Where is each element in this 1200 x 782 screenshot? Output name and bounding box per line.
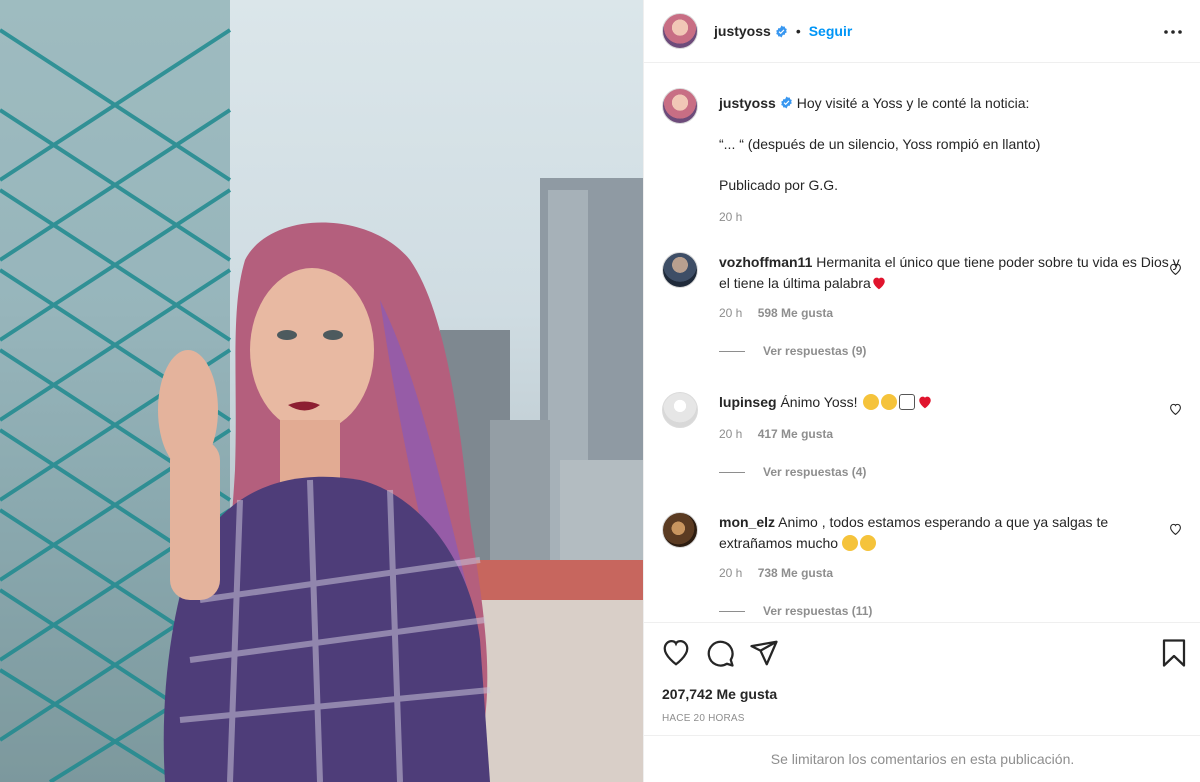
commenter-username[interactable]: mon_elz [719,514,775,530]
comment-text: Ánimo Yoss! [780,394,858,410]
comment-time[interactable]: 20 h [719,566,742,580]
view-replies-label: Ver respuestas (9) [763,344,867,358]
comment-likes[interactable]: 417 Me gusta [758,427,833,441]
view-replies-button[interactable]: Ver respuestas (9) [719,344,1182,358]
more-options-icon[interactable] [1161,20,1185,44]
view-replies-button[interactable]: Ver respuestas (4) [719,465,1182,479]
like-comment-icon[interactable] [1169,263,1182,276]
caption-author-username[interactable]: justyoss [719,95,776,111]
view-replies-label: Ver respuestas (4) [763,465,867,479]
red-heart-emoji-icon [919,396,932,409]
comment-item: lupinseg Ánimo Yoss! 20 h 417 Me gusta V… [662,392,1182,479]
follow-button[interactable]: Seguir [809,23,853,39]
comment-text: Animo , todos estamos esperando a que ya… [719,514,1109,551]
comments-list[interactable]: justyoss Hoy visité a Yoss y le conté la… [644,64,1200,620]
replies-divider [719,610,745,612]
view-replies-label: Ver respuestas (11) [763,604,873,618]
commenter-username[interactable]: vozhoffman11 [719,254,812,270]
caption-line-2: “... “ (después de un silencio, Yoss rom… [719,136,1041,152]
caption-line-3: Publicado por G.G. [719,177,839,193]
caption-author-avatar[interactable] [662,88,698,124]
likes-count[interactable]: 207,742 Me gusta [662,686,777,702]
view-replies-button[interactable]: Ver respuestas (11) [719,604,1182,618]
separator-dot: • [795,23,801,39]
comment-likes[interactable]: 598 Me gusta [758,306,833,320]
post-header: justyoss • Seguir [644,0,1200,63]
pointing-hand-emoji-icon [899,394,916,410]
replies-divider [719,471,745,473]
like-heart-icon[interactable] [661,638,691,668]
red-heart-emoji-icon [873,277,885,290]
author-username[interactable]: justyoss [714,23,771,39]
like-comment-icon[interactable] [1169,523,1182,536]
share-paper-plane-icon[interactable] [749,638,779,668]
caption-time[interactable]: 20 h [719,210,742,224]
post-caption: justyoss Hoy visité a Yoss y le conté la… [662,88,1182,224]
commenter-avatar[interactable] [662,252,698,288]
photo-illustration [0,0,643,782]
verified-badge-icon [781,96,792,109]
post-side-panel: justyoss • Seguir justyoss Hoy visité a … [643,0,1200,782]
comment-time[interactable]: 20 h [719,306,742,320]
comment-time[interactable]: 20 h [719,427,742,441]
post-timestamp[interactable]: HACE 20 HORAS [662,713,745,724]
rolling-eyes-emoji-icon [863,394,880,410]
save-bookmark-icon[interactable] [1159,638,1189,668]
post-actions-bar [644,622,1200,682]
author-avatar[interactable] [662,13,698,49]
hushed-face-emoji-icon [881,394,898,410]
sad-face-emoji-icon [859,535,876,551]
commenter-username[interactable]: lupinseg [719,394,777,410]
comments-limited-notice: Se limitaron los comentarios en esta pub… [644,735,1200,782]
post-modal: justyoss • Seguir justyoss Hoy visité a … [0,0,1200,782]
comment-item: mon_elz Animo , todos estamos esperando … [662,512,1182,618]
commenter-avatar[interactable] [662,512,698,548]
verified-badge-icon [776,25,787,37]
sad-face-emoji-icon [841,535,858,551]
caption-line-1: Hoy visité a Yoss y le conté la noticia: [796,95,1030,111]
commenter-avatar[interactable] [662,392,698,428]
replies-divider [719,350,745,352]
comment-bubble-icon[interactable] [705,638,735,668]
post-photo[interactable] [0,0,643,782]
comment-likes[interactable]: 738 Me gusta [758,566,833,580]
like-comment-icon[interactable] [1169,403,1182,416]
comment-item: vozhoffman11 Hermanita el único que tien… [662,252,1182,358]
